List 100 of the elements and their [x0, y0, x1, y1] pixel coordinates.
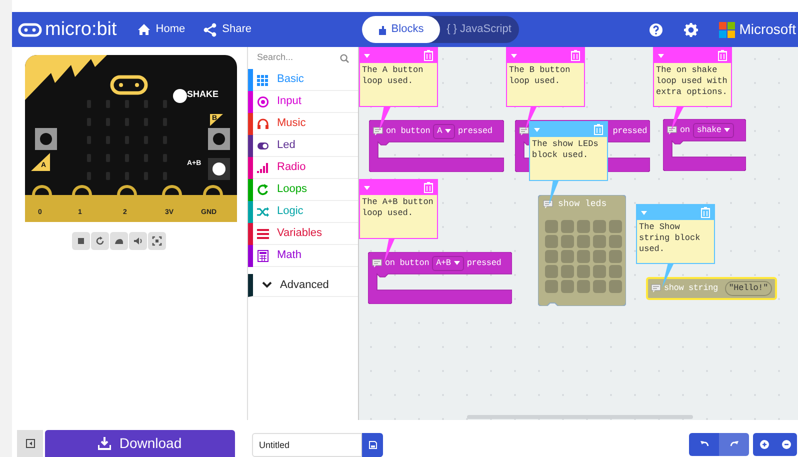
calculator-icon — [257, 250, 269, 262]
block-dropdown[interactable]: shake — [692, 122, 734, 138]
restart-button[interactable] — [91, 232, 109, 250]
led-cell[interactable] — [545, 220, 558, 233]
undo-button[interactable] — [689, 433, 719, 456]
refresh-icon — [257, 184, 269, 196]
download-icon — [98, 437, 112, 450]
comment-text: The Show string block used. — [638, 221, 702, 255]
stop-button[interactable] — [72, 232, 90, 250]
category-item[interactable]: Led — [248, 135, 358, 157]
led-cell[interactable] — [545, 235, 558, 248]
search-field[interactable]: Search... — [257, 51, 337, 65]
led-cell[interactable] — [609, 265, 622, 278]
block-dropdown[interactable]: A — [433, 124, 456, 138]
editor-tab[interactable]: { } JavaScript — [440, 16, 518, 43]
category-item[interactable]: Radio — [248, 157, 358, 179]
block-label: on — [680, 124, 690, 136]
led-cell[interactable] — [561, 220, 574, 233]
led-cell[interactable] — [561, 250, 574, 263]
caret-icon[interactable] — [658, 54, 664, 58]
comment-icon — [373, 126, 383, 136]
comment-icon — [372, 258, 382, 268]
led-cell[interactable] — [593, 220, 606, 233]
editor-tab[interactable]: Blocks — [362, 16, 440, 43]
led-cell[interactable] — [561, 235, 574, 248]
search-icon — [340, 54, 349, 62]
category-item[interactable]: Basic — [248, 69, 358, 91]
caret-icon[interactable] — [511, 54, 517, 58]
help-icon[interactable] — [649, 22, 664, 36]
category-item[interactable]: Logic — [248, 201, 358, 223]
caret-icon[interactable] — [364, 54, 370, 58]
share-icon — [203, 22, 218, 36]
save-button[interactable] — [362, 433, 383, 457]
a-marker — [31, 153, 50, 171]
slow-motion-icon — [114, 236, 124, 246]
trash-icon[interactable] — [594, 124, 603, 135]
project-name-field[interactable]: Untitled — [252, 433, 362, 457]
zoom-in-button[interactable] — [753, 433, 775, 456]
comment-icon — [543, 200, 553, 210]
collapse-button[interactable] — [17, 430, 43, 457]
button-b[interactable] — [208, 128, 230, 150]
zoom-out-icon — [782, 440, 790, 449]
category-item[interactable]: Music — [248, 113, 358, 135]
restart-icon — [95, 236, 105, 246]
redo-button[interactable] — [719, 433, 749, 456]
slow-motion-button[interactable] — [110, 232, 128, 250]
toggle-icon — [257, 140, 269, 152]
button-ab[interactable] — [208, 158, 230, 180]
stop-icon — [76, 236, 86, 246]
led-cell[interactable] — [577, 250, 590, 263]
download-button[interactable]: Download — [45, 430, 235, 457]
led-cell[interactable] — [593, 280, 606, 293]
led-cell[interactable] — [561, 280, 574, 293]
led-cell[interactable] — [577, 265, 590, 278]
led-cell[interactable] — [545, 280, 558, 293]
block-label: pressed — [458, 124, 492, 138]
led-cell[interactable] — [593, 250, 606, 263]
category-item[interactable]: Variables — [248, 223, 358, 245]
caret-icon[interactable] — [534, 128, 540, 132]
fullscreen-icon — [152, 236, 162, 246]
target-icon — [257, 96, 269, 108]
category-item[interactable]: Math — [248, 245, 358, 267]
undo-icon — [700, 440, 708, 449]
nav-link[interactable]: Home — [136, 21, 186, 38]
b-marker — [210, 114, 223, 126]
zoom-out-button[interactable] — [775, 433, 797, 456]
string-value[interactable]: "Hello!" — [724, 281, 772, 296]
category-item[interactable]: Loops — [248, 179, 358, 201]
led-cell[interactable] — [609, 280, 622, 293]
sound-button[interactable] — [129, 232, 147, 250]
button-a[interactable] — [35, 128, 57, 150]
trash-icon[interactable] — [424, 50, 433, 61]
caret-icon — [454, 261, 460, 265]
settings-icon[interactable] — [684, 22, 698, 36]
led-cell[interactable] — [577, 220, 590, 233]
led-cell[interactable] — [593, 265, 606, 278]
trash-icon[interactable] — [718, 50, 727, 61]
redo-icon — [730, 440, 738, 449]
led-cell[interactable] — [609, 250, 622, 263]
led-cell[interactable] — [561, 265, 574, 278]
trash-icon[interactable] — [701, 207, 710, 218]
caret-icon[interactable] — [641, 210, 647, 214]
trash-icon[interactable] — [571, 50, 580, 61]
led-cell[interactable] — [545, 250, 558, 263]
led-cell[interactable] — [577, 235, 590, 248]
shake-button[interactable] — [173, 89, 187, 103]
nav-link[interactable]: Share — [203, 21, 252, 38]
zoom-in-icon — [760, 440, 768, 449]
led-cell[interactable] — [609, 220, 622, 233]
led-cell[interactable] — [545, 265, 558, 278]
led-cell[interactable] — [577, 280, 590, 293]
led-cell[interactable] — [609, 235, 622, 248]
fullscreen-button[interactable] — [148, 232, 166, 250]
block-dropdown[interactable]: A+B — [432, 256, 464, 270]
led-cell[interactable] — [593, 235, 606, 248]
collapse-icon — [26, 439, 34, 448]
comment-icon — [519, 126, 529, 136]
caret-icon[interactable] — [364, 186, 370, 190]
trash-icon[interactable] — [424, 182, 433, 193]
category-item[interactable]: Input — [248, 91, 358, 113]
